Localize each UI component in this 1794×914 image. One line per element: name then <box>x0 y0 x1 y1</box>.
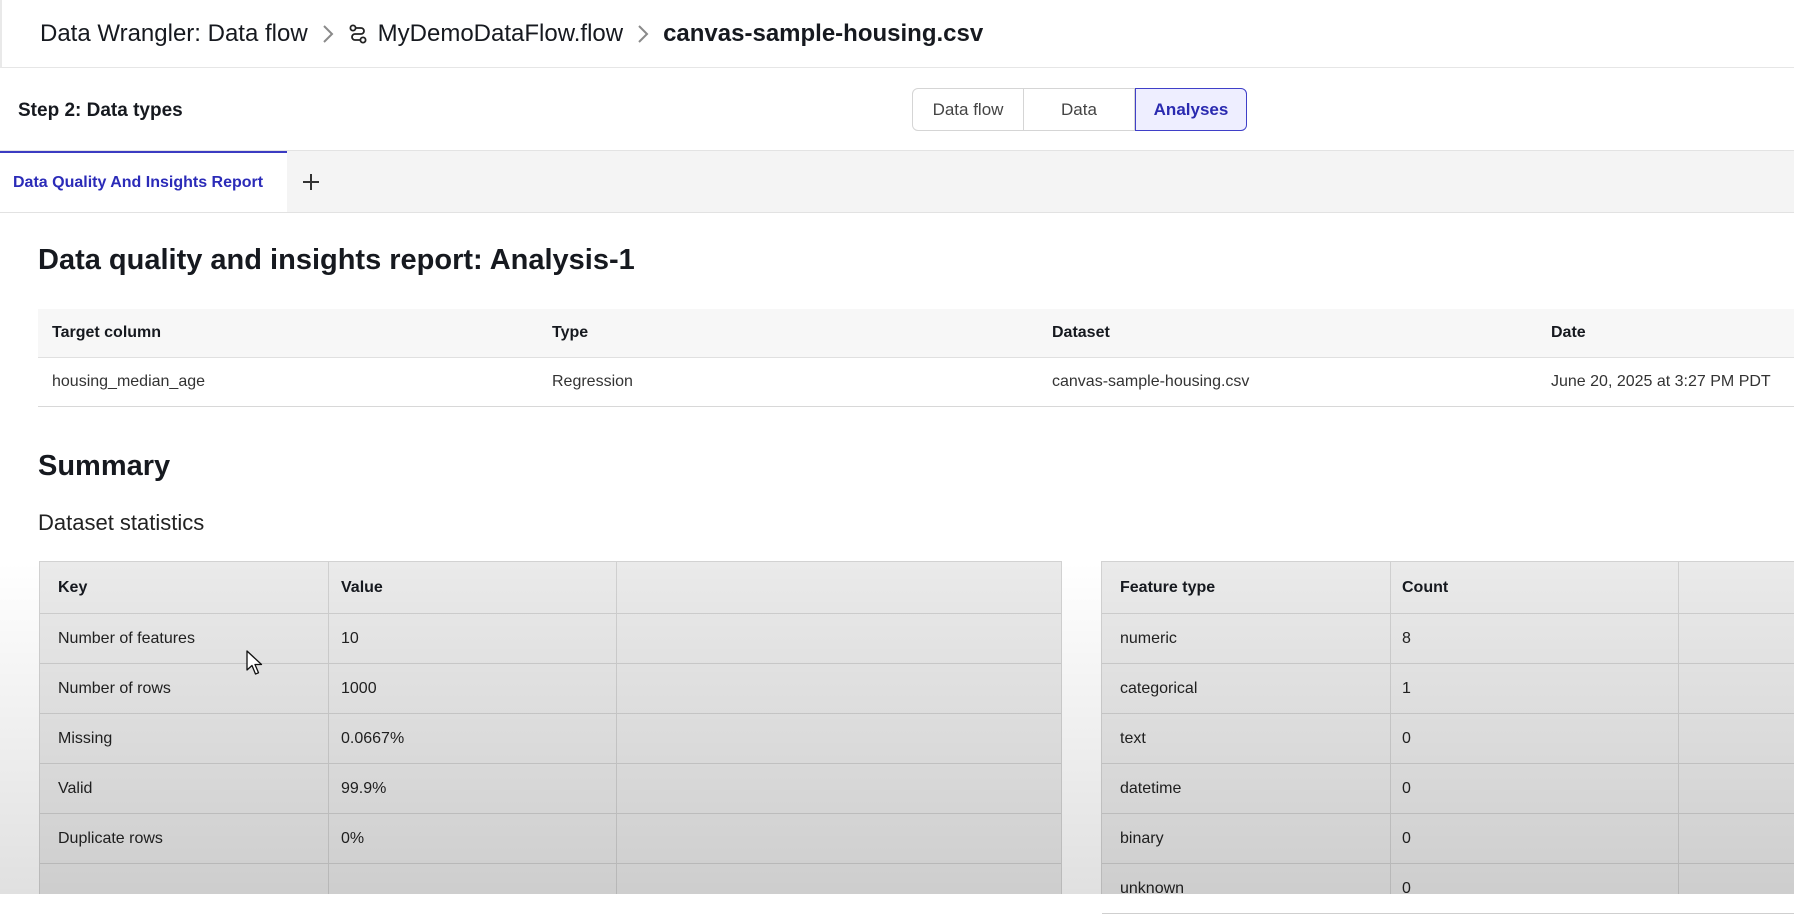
table-row: numeric 8 <box>1102 614 1794 664</box>
type-value: Regression <box>552 373 633 390</box>
table-row: Valid 99.9% <box>40 764 1061 814</box>
header-feature-type: Feature type <box>1120 578 1216 596</box>
header-type: Type <box>552 324 589 341</box>
table-row: categorical 1 <box>1102 664 1794 714</box>
dataset-value: canvas-sample-housing.csv <box>1052 373 1250 390</box>
page-title: Data quality and insights report: Analys… <box>38 244 635 276</box>
step-header: Step 2: Data types Data flow Data Analys… <box>0 69 1794 151</box>
feature-count: 0 <box>1402 879 1411 897</box>
header-date: Date <box>1551 324 1586 341</box>
chevron-right-icon <box>322 24 334 44</box>
summary-heading: Summary <box>38 450 171 482</box>
table-row: Missing 0.0667% <box>40 714 1061 764</box>
step-title: Step 2: Data types <box>18 100 183 121</box>
feature-type: binary <box>1120 829 1164 847</box>
feature-type: text <box>1120 729 1146 747</box>
table-header-row: Target column Type Dataset Date <box>38 309 1794 358</box>
breadcrumb-root[interactable]: Data Wrangler: Data flow <box>40 20 308 48</box>
table-row: binary 0 <box>1102 814 1794 864</box>
dataset-statistics-heading: Dataset statistics <box>38 510 205 535</box>
date-value: June 20, 2025 at 3:27 PM PDT <box>1551 373 1771 390</box>
report-meta-table: Target column Type Dataset Date housing_… <box>38 309 1794 407</box>
feature-type: categorical <box>1120 679 1198 697</box>
stat-key: Number of features <box>58 629 195 647</box>
feature-type-table: Feature type Count numeric 8 categorical… <box>1101 561 1794 914</box>
header-dataset: Dataset <box>1052 324 1110 341</box>
stat-key: Duplicate rows <box>58 829 163 847</box>
stat-value: 1000 <box>341 679 377 697</box>
breadcrumb-flow[interactable]: MyDemoDataFlow.flow <box>378 20 623 48</box>
stat-key: Valid <box>58 779 93 797</box>
breadcrumb: Data Wrangler: Data flow MyDemoDataFlow.… <box>40 18 983 50</box>
plus-icon[interactable] <box>296 165 326 199</box>
stat-value: 0% <box>341 829 365 847</box>
stat-value: 0.0667% <box>341 729 405 747</box>
table-header-row: Feature type Count <box>1102 562 1794 614</box>
header-count: Count <box>1402 578 1449 596</box>
dataset-statistics-table: Key Value Number of features 10 Number o… <box>39 561 1062 894</box>
view-data-button[interactable]: Data <box>1024 88 1135 131</box>
feature-count: 8 <box>1402 629 1411 647</box>
view-switcher: Data flow Data Analyses <box>912 88 1247 131</box>
target-column-value: housing_median_age <box>52 373 206 390</box>
feature-type: unknown <box>1120 879 1185 897</box>
table-row: text 0 <box>1102 714 1794 764</box>
header-key: Key <box>58 578 88 596</box>
mouse-pointer-icon <box>246 650 263 675</box>
tab-bar: Data Quality And Insights Report <box>0 151 1794 213</box>
feature-type: numeric <box>1120 629 1177 647</box>
feature-count: 0 <box>1402 829 1411 847</box>
stat-value: 99.9% <box>341 779 387 797</box>
header-value: Value <box>341 578 383 596</box>
view-analyses-button[interactable]: Analyses <box>1135 88 1247 131</box>
stat-key: Missing <box>58 729 113 747</box>
table-row: Number of rows 1000 <box>40 664 1061 714</box>
table-row: Number of features 10 <box>40 614 1061 664</box>
feature-count: 1 <box>1402 679 1411 697</box>
table-row: datetime 0 <box>1102 764 1794 814</box>
table-row: Duplicate rows 0% <box>40 814 1061 864</box>
stat-value: 10 <box>341 629 359 647</box>
header-target-column: Target column <box>52 324 162 341</box>
table-header-row: Key Value <box>40 562 1061 614</box>
feature-count: 0 <box>1402 779 1411 797</box>
view-data-flow-button[interactable]: Data flow <box>912 88 1024 131</box>
flow-icon <box>348 24 368 44</box>
table-row: housing_median_age Regression canvas-sam… <box>38 358 1794 407</box>
tab-data-quality-report[interactable]: Data Quality And Insights Report <box>0 151 287 212</box>
breadcrumb-current: canvas-sample-housing.csv <box>663 20 984 47</box>
feature-count: 0 <box>1402 729 1411 747</box>
stat-key: Number of rows <box>58 679 171 697</box>
feature-type: datetime <box>1120 779 1182 797</box>
table-row: unknown 0 <box>1102 864 1794 914</box>
chevron-right-icon <box>637 24 649 44</box>
breadcrumb-bar: Data Wrangler: Data flow MyDemoDataFlow.… <box>0 0 1794 68</box>
